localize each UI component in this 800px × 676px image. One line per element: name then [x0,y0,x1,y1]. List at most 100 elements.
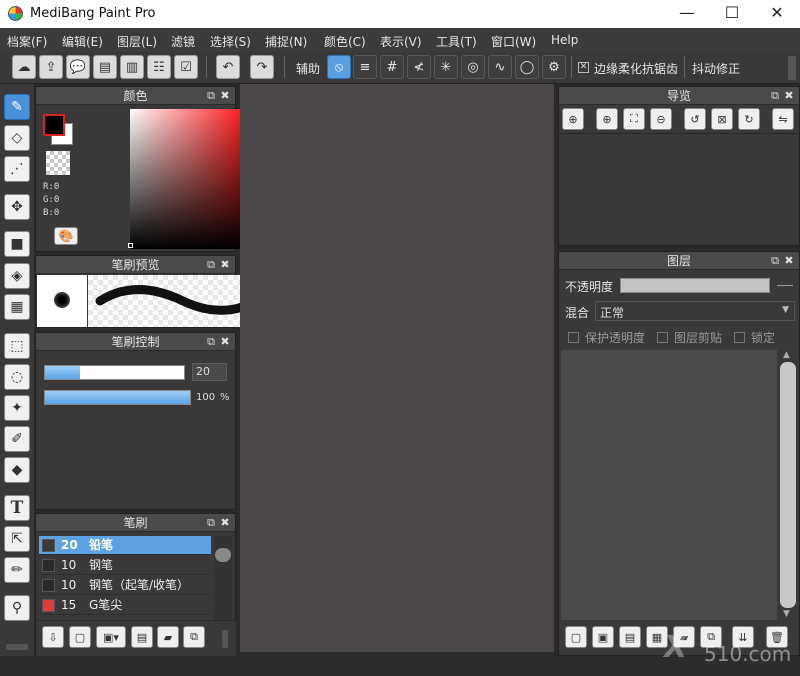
fill-tool-icon[interactable]: ◈ [4,263,30,289]
menu-view[interactable]: 表示(V) [380,33,422,50]
panel-close-icon[interactable]: ✖ [219,333,231,351]
list-icon[interactable]: ☷ [147,55,171,79]
redo-icon[interactable]: ↷ [250,55,274,79]
menu-help[interactable]: Help [551,33,578,47]
radial-snap-icon[interactable]: ✳ [434,55,458,79]
duplicate-brush-icon[interactable]: ⧉ [183,626,205,648]
document-icon[interactable]: ▥ [120,55,144,79]
snap-off-icon[interactable]: ⦸ [327,55,351,79]
rotate-right-icon[interactable]: ↻ [738,108,760,130]
upload-icon[interactable]: ⇪ [39,55,63,79]
divide-tool-icon[interactable]: ✏ [4,557,30,583]
panel-detach-icon[interactable]: ⧉ [769,252,781,270]
panel-close-icon[interactable]: ✖ [219,256,231,274]
tool-palette-handle[interactable] [6,644,28,650]
magic-wand-tool-icon[interactable]: ✦ [4,395,30,421]
chat-icon[interactable]: ▤ [93,55,117,79]
brush-list-item[interactable]: 15 G笔尖 [39,596,211,615]
brush-list-item[interactable]: 10 钢笔 [39,556,211,575]
rotate-left-icon[interactable]: ↺ [684,108,706,130]
gradient-tool-icon[interactable]: ▦ [4,294,30,320]
menu-window[interactable]: 窗口(W) [491,33,536,50]
scroll-up-icon[interactable]: ▲ [783,350,790,360]
navigator-preview[interactable] [559,135,799,245]
lock-checkbox[interactable] [734,332,745,343]
panel-detach-icon[interactable]: ⧉ [205,256,217,274]
brush-size-input[interactable]: 20 [192,363,227,381]
minimize-button[interactable]: — [672,4,702,24]
brush-size-slider[interactable] [44,365,185,380]
sv-cursor[interactable] [128,243,133,248]
menu-file[interactable]: 档案(F) [7,33,47,50]
clipping-checkbox[interactable] [657,332,668,343]
parallel-snap-icon[interactable]: ≡ [353,55,377,79]
layer-scroll-thumb[interactable] [780,362,796,608]
ellipse-snap-icon[interactable]: ◯ [515,55,539,79]
new-brush-icon[interactable]: ▢ [69,626,91,648]
brush-tool-icon[interactable]: ✎ [4,94,30,120]
add-brush-dropdown-icon[interactable]: ▣▾ [96,626,126,648]
maximize-button[interactable]: ☐ [717,4,747,24]
zoom-fit-icon[interactable]: ⊕ [562,108,584,130]
panel-close-icon[interactable]: ✖ [783,87,795,105]
select-tool-icon[interactable]: ⬚ [4,333,30,359]
text-tool-icon[interactable]: T [4,495,30,521]
panel-detach-icon[interactable]: ⧉ [205,333,217,351]
menu-select[interactable]: 选择(S) [210,33,251,50]
cloud-icon[interactable]: ☁ [12,55,36,79]
brush-settings-icon[interactable]: ▤ [131,626,153,648]
menu-layer[interactable]: 图层(L) [117,33,157,50]
flip-horizontal-icon[interactable]: ⇋ [772,108,794,130]
panel-close-icon[interactable]: ✖ [783,252,795,270]
select-pen-tool-icon[interactable]: ✐ [4,426,30,452]
panel-detach-icon[interactable]: ⧉ [769,87,781,105]
folder-icon[interactable]: ▰ [157,626,179,648]
layer-list-scrollbar[interactable]: ▲ ▼ [778,350,798,620]
brush-list-item[interactable]: 20 铅笔 [39,536,211,555]
move-tool-icon[interactable]: ✥ [4,194,30,220]
curve-snap-icon[interactable]: ∿ [488,55,512,79]
perspective-snap-icon[interactable]: ≮ [407,55,431,79]
menu-snap[interactable]: 捕捉(N) [265,33,307,50]
cloud-download-icon[interactable]: ⇩ [42,626,64,648]
panel-detach-icon[interactable]: ⧉ [205,87,217,105]
protect-alpha-checkbox[interactable] [568,332,579,343]
blend-mode-select[interactable]: 正常 ▼ [595,301,795,321]
zoom-out-icon[interactable]: ⊖ [650,108,672,130]
snap-settings-gear-icon[interactable]: ⚙ [542,55,566,79]
undo-icon[interactable]: ↶ [216,55,240,79]
transparent-color-swatch[interactable] [46,151,70,175]
canvas-area[interactable] [240,84,554,652]
panel-detach-icon[interactable]: ⧉ [205,514,217,532]
grid-snap-icon[interactable]: # [380,55,404,79]
menu-tools[interactable]: 工具(T) [436,33,477,50]
foreground-color-swatch[interactable] [43,114,65,136]
toolbar-scroll-handle[interactable] [788,56,796,80]
saturation-value-picker[interactable] [130,109,244,249]
eraser-tool-icon[interactable]: ◇ [4,125,30,151]
menu-color[interactable]: 颜色(C) [324,33,366,50]
layer-list[interactable] [561,350,777,620]
fit-to-window-icon[interactable]: ⛶ [623,108,645,130]
circle-snap-icon[interactable]: ◎ [461,55,485,79]
shape-tool-icon[interactable]: ■ [4,231,30,257]
scroll-down-icon[interactable]: ▼ [783,609,790,619]
layer-opacity-slider[interactable] [620,278,770,293]
rotate-reset-icon[interactable]: ⊠ [711,108,733,130]
footer-handle[interactable] [222,630,228,648]
brush-opacity-slider[interactable] [44,390,191,405]
select-eraser-tool-icon[interactable]: ◆ [4,457,30,483]
close-button[interactable]: ✕ [762,4,792,24]
antialias-checkbox[interactable]: ✕ [578,62,589,73]
menu-edit[interactable]: 编辑(E) [62,33,103,50]
palette-icon[interactable]: 🎨 [54,227,78,245]
eyedropper-tool-icon[interactable]: ⚲ [4,595,30,621]
new-8bit-layer-icon[interactable]: ▤ [619,626,641,648]
brush-list-scroll-thumb[interactable] [215,548,231,562]
new-layer-icon[interactable]: ▢ [565,626,587,648]
zoom-in-icon[interactable]: ⊕ [596,108,618,130]
operation-tool-icon[interactable]: ⇱ [4,526,30,552]
comment-icon[interactable]: 💬 [66,55,90,79]
brush-list-scrollbar[interactable] [214,536,232,620]
lasso-tool-icon[interactable]: ◌ [4,364,30,390]
